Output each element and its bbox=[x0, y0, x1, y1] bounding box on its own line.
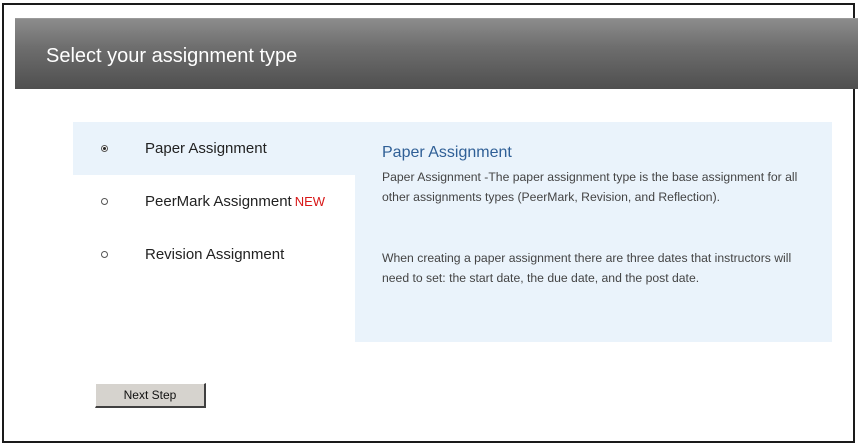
description-paragraph: When creating a paper assignment there a… bbox=[382, 251, 792, 285]
description-panel: Paper Assignment Paper Assignment -The p… bbox=[355, 122, 832, 342]
option-label: Paper Assignment bbox=[145, 140, 267, 157]
radio-revision-assignment[interactable] bbox=[101, 251, 108, 258]
next-step-button[interactable]: Next Step bbox=[95, 383, 206, 408]
page-title: Select your assignment type bbox=[46, 45, 298, 67]
page-header: Select your assignment type bbox=[15, 18, 858, 89]
description-paragraph: Paper Assignment -The paper assignment t… bbox=[382, 170, 798, 204]
assignment-type-options: Paper Assignment PeerMark Assignment NEW … bbox=[73, 122, 355, 281]
option-label-text: PeerMark Assignment bbox=[145, 193, 292, 210]
new-badge: NEW bbox=[294, 194, 326, 209]
description-title: Paper Assignment bbox=[382, 144, 512, 161]
option-label: Revision Assignment bbox=[145, 246, 285, 263]
radio-peermark-assignment[interactable] bbox=[101, 198, 108, 205]
option-revision-assignment[interactable]: Revision Assignment bbox=[73, 228, 355, 281]
radio-paper-assignment[interactable] bbox=[101, 145, 108, 152]
option-peermark-assignment[interactable]: PeerMark Assignment NEW bbox=[73, 175, 355, 228]
option-label: PeerMark Assignment NEW bbox=[145, 193, 325, 210]
option-paper-assignment[interactable]: Paper Assignment bbox=[73, 122, 355, 175]
